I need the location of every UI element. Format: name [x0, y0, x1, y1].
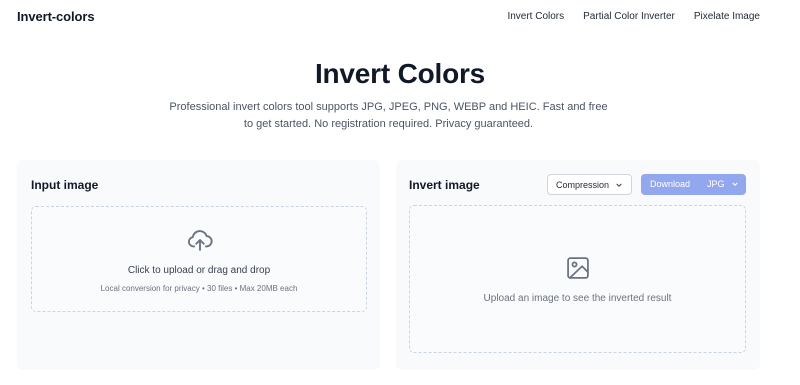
chevron-down-icon [616, 183, 622, 187]
input-panel-title: Input image [31, 178, 99, 192]
image-icon [567, 257, 589, 279]
nav-links: Invert Colors Partial Color Inverter Pix… [507, 11, 760, 22]
top-nav: Invert-colors Invert Colors Partial Colo… [0, 0, 800, 36]
cloud-upload-icon [187, 230, 213, 251]
result-preview-area: Upload an image to see the inverted resu… [409, 205, 746, 353]
download-button[interactable]: Download JPG [641, 174, 746, 195]
nav-link-partial-color-inverter[interactable]: Partial Color Inverter [583, 11, 675, 22]
output-panel-title: Invert image [409, 178, 480, 192]
upload-hint: Local conversion for privacy • 30 files … [100, 284, 298, 293]
chevron-down-icon [731, 182, 738, 186]
result-placeholder-text: Upload an image to see the inverted resu… [483, 293, 672, 304]
nav-link-invert-colors[interactable]: Invert Colors [507, 11, 564, 22]
page-title: Invert Colors [314, 58, 486, 89]
download-label: Download [650, 179, 691, 189]
format-selector[interactable]: JPG [707, 179, 739, 189]
page-subtitle: Professional invert colors tool supports… [169, 101, 608, 130]
format-label: JPG [707, 179, 725, 189]
input-panel: Input image Click to upload or drag and … [17, 160, 380, 370]
nav-link-pixelate-image[interactable]: Pixelate Image [694, 11, 760, 22]
compression-dropdown[interactable]: Compression [547, 174, 632, 195]
upload-instruction: Click to upload or drag and drop [127, 265, 271, 276]
output-panel: Invert image Compression Download JPG Up… [396, 160, 760, 370]
upload-dropzone[interactable]: Click to upload or drag and drop Local c… [31, 206, 367, 312]
compression-label: Compression [555, 179, 610, 190]
site-logo[interactable]: Invert-colors [17, 9, 95, 24]
